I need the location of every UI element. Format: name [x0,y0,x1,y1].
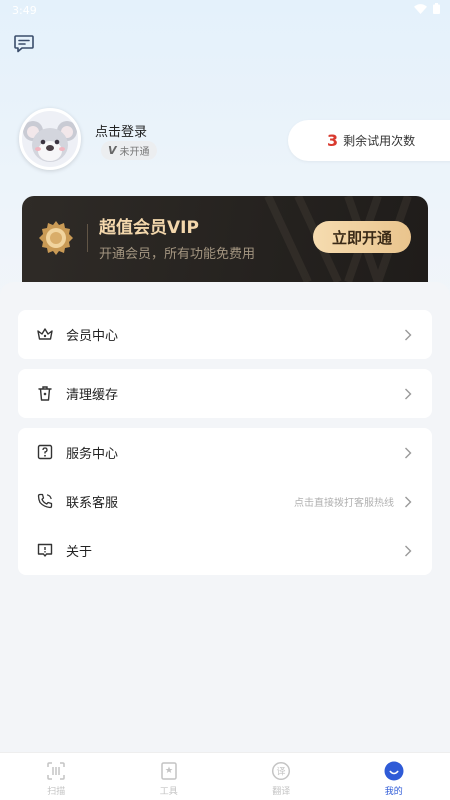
nav-tab-tools[interactable]: 工具 [113,753,226,800]
battery-icon [433,3,440,14]
help-icon [36,443,54,461]
member-status-badge: V 未开通 [101,141,157,160]
chevron-right-icon [404,327,412,341]
bottom-nav: 扫描 工具 译 翻译 我的 [0,752,450,800]
login-link[interactable]: 点击登录 [95,121,147,140]
chevron-right-icon [404,543,412,557]
svg-text:译: 译 [277,767,286,778]
status-time: 3:49 [12,4,37,17]
message-icon[interactable] [13,34,35,54]
scan-icon [46,761,66,781]
service-card: 服务中心 联系客服 点击直接拨打客服热线 关于 [18,428,432,575]
clear-cache-card: 清理缓存 [18,369,432,418]
status-bar: 3:49 [0,0,450,22]
vip-v-icon: V [108,144,117,157]
info-icon [36,541,54,559]
vip-subtitle: 开通会员，所有功能免费用 [99,247,256,262]
menu-label-contact-service: 联系客服 [66,496,119,511]
chevron-right-icon [404,494,412,508]
menu-label-member-center: 会员中心 [66,329,119,344]
menu-item-member-center[interactable]: 会员中心 [18,310,432,359]
chevron-right-icon [404,445,412,459]
translate-icon: 译 [271,761,291,781]
phone-icon [36,492,54,510]
menu-item-clear-cache[interactable]: 清理缓存 [18,369,432,418]
trash-icon [36,384,54,402]
user-smile-icon [384,761,404,781]
status-icons [414,3,440,14]
menu-item-service-center[interactable]: 服务中心 [18,428,432,477]
nav-label-mine: 我的 [384,787,403,797]
nav-tab-translate[interactable]: 译 翻译 [225,753,338,800]
nav-tab-scan[interactable]: 扫描 [0,753,113,800]
trial-count-pill[interactable]: 3 剩余试用次数 [288,120,450,161]
trial-count: 3 [327,131,339,150]
trial-label: 剩余试用次数 [343,134,416,148]
menu-label-clear-cache: 清理缓存 [66,388,119,403]
member-center-card: 会员中心 [18,310,432,359]
nav-tab-mine[interactable]: 我的 [338,753,450,800]
menu-item-contact-service[interactable]: 联系客服 点击直接拨打客服热线 [18,477,432,526]
nav-label-tools: 工具 [159,787,178,797]
vip-medal-icon [38,220,74,256]
wifi-icon [414,3,427,14]
menu-label-service-center: 服务中心 [66,447,119,462]
menu-item-about[interactable]: 关于 [18,526,432,575]
vip-open-button[interactable]: 立即开通 [313,221,411,253]
member-status-text: 未开通 [119,147,150,158]
nav-label-scan: 扫描 [47,787,66,797]
vip-divider [87,224,88,252]
avatar[interactable] [19,108,81,170]
nav-label-translate: 翻译 [272,787,291,797]
menu-label-about: 关于 [66,545,93,560]
contact-hint: 点击直接拨打客服热线 [294,498,394,509]
vip-banner[interactable]: 超值会员VIP 开通会员，所有功能免费用 立即开通 [22,196,428,282]
crown-icon [36,325,54,343]
chevron-right-icon [404,386,412,400]
vip-title: 超值会员VIP [99,218,199,238]
bookmark-icon [159,761,179,781]
